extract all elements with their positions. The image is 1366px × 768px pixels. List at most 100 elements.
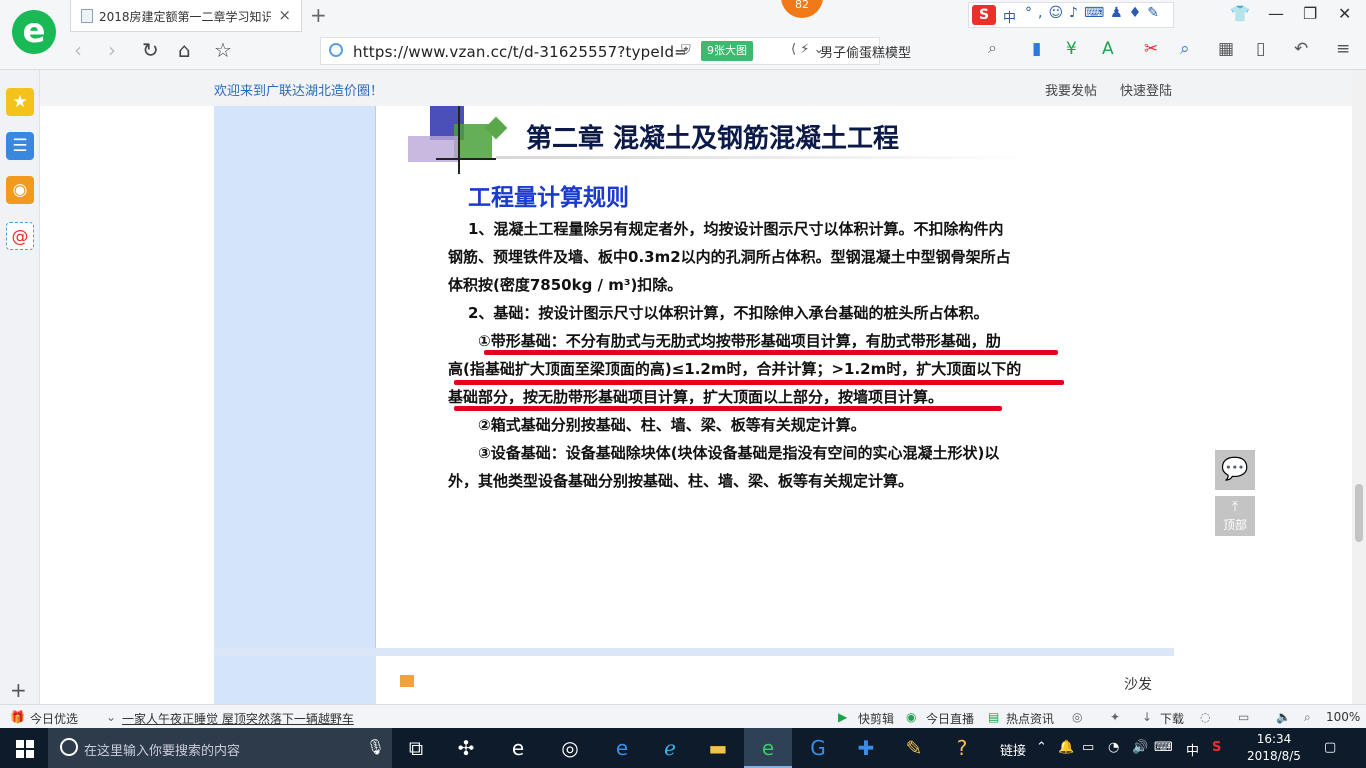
red-underline: [454, 406, 1002, 411]
menu-icon[interactable]: ≡: [1336, 39, 1350, 59]
download-link[interactable]: 下载: [1160, 710, 1184, 727]
weibo-icon[interactable]: ◉: [6, 176, 34, 204]
live-link[interactable]: 今日直播: [926, 710, 974, 727]
close-window-button[interactable]: ✕: [1338, 4, 1351, 23]
translate-icon[interactable]: A: [1102, 39, 1114, 59]
site-topbar: 欢迎来到广联达湖北造价圈！ 我要发帖 快速登陆: [40, 70, 1352, 106]
gift-icon[interactable]: 🎁: [10, 710, 25, 724]
favorite-star-icon[interactable]: ☆: [214, 38, 232, 62]
zoom-icon[interactable]: ⌕: [1304, 710, 1311, 725]
list-icon[interactable]: ☰: [6, 132, 34, 160]
pin-icon[interactable]: ✦: [1110, 710, 1120, 724]
red-underline: [454, 380, 1064, 385]
pinwheel-icon[interactable]: ✣: [442, 728, 490, 768]
ime-lang[interactable]: 中: [1003, 7, 1016, 26]
app-spiral-icon[interactable]: ◎: [546, 728, 594, 768]
g-app-icon[interactable]: G: [794, 728, 842, 768]
shirt-icon[interactable]: 👕: [1230, 4, 1250, 23]
keyboard-icon[interactable]: ⌨: [1154, 740, 1173, 755]
undo-icon[interactable]: ↶: [1294, 39, 1308, 59]
taskbar-search-input[interactable]: 在这里输入你要搜索的内容: [84, 740, 240, 759]
browser-tab[interactable]: 2018房建定额第一二章学习知识 ×: [70, 0, 302, 32]
cortana-icon: [60, 738, 78, 756]
cut-icon[interactable]: ▶: [838, 710, 847, 724]
rule-line: 钢筋、预埋铁件及墙、板中0.3m2以内的孔洞所占体积。型钢混凝土中型钢骨架所占: [448, 248, 1011, 266]
browser-task-icon[interactable]: e: [744, 728, 792, 768]
file-explorer-icon[interactable]: ▬: [694, 728, 742, 768]
big-image-button[interactable]: 9张大图: [701, 41, 753, 61]
edge-e-icon[interactable]: e: [494, 728, 542, 768]
add-icon[interactable]: +: [10, 678, 27, 702]
task-view-icon[interactable]: ⧉: [392, 728, 440, 768]
back-icon[interactable]: ‹: [74, 38, 82, 62]
back-to-top-button[interactable]: ⤒ 顶部: [1215, 496, 1255, 536]
reply-author-cell: [214, 656, 376, 704]
battery-icon[interactable]: ▭: [1082, 740, 1094, 755]
ie-icon[interactable]: ℯ: [646, 728, 694, 768]
sogou-tray-icon[interactable]: S: [1212, 740, 1221, 755]
wifi-icon[interactable]: ◔: [1108, 740, 1119, 755]
reply-row: 沙发: [214, 656, 1174, 704]
favorites-star-icon[interactable]: ★: [6, 88, 34, 116]
zoom-level[interactable]: 100%: [1326, 710, 1360, 724]
search-input[interactable]: 男子偷蛋糕模型: [820, 42, 911, 61]
cut-link[interactable]: 快剪辑: [858, 710, 894, 727]
links-label[interactable]: 链接: [1000, 740, 1026, 759]
news-link[interactable]: 一家人午夜正睡觉 屋顶突然落下一辆越野车: [122, 710, 354, 727]
address-bar[interactable]: https://www.vzan.cc/t/d-31625557?typeId=…: [320, 37, 880, 65]
magnifier-icon[interactable]: ⌕: [1180, 39, 1190, 59]
url-text[interactable]: https://www.vzan.cc/t/d-31625557?typeId=: [353, 43, 687, 61]
volume-icon[interactable]: 🔊: [1132, 740, 1148, 755]
reader-icon[interactable]: ▯: [1256, 39, 1265, 59]
browser-logo-icon[interactable]: e: [12, 10, 56, 54]
money-icon[interactable]: ¥: [1066, 39, 1077, 59]
speed-icon[interactable]: ◎: [1072, 710, 1082, 724]
shield-icon[interactable]: ⛨: [681, 43, 691, 58]
hot-news-link[interactable]: 热点资讯: [1006, 710, 1054, 727]
apps-icon[interactable]: ▦: [1218, 39, 1234, 59]
download-icon[interactable]: ↓: [1142, 710, 1152, 724]
login-link[interactable]: 快速登陆: [1120, 80, 1172, 99]
chevron-down-icon[interactable]: ⌄: [106, 710, 116, 724]
minimize-button[interactable]: —: [1268, 4, 1284, 23]
mute-icon[interactable]: 🔈: [1276, 710, 1291, 724]
settings-icon[interactable]: ◌: [1200, 710, 1210, 724]
news-icon[interactable]: ▤: [988, 710, 999, 724]
post-icon: [400, 675, 414, 687]
notification-badge[interactable]: 82: [781, 0, 823, 18]
post-link[interactable]: 我要发帖: [1045, 80, 1097, 99]
extension-icon[interactable]: ▮: [1032, 39, 1041, 59]
windows-start-icon[interactable]: [16, 740, 34, 758]
today-pick[interactable]: 今日优选: [30, 710, 78, 727]
search-icon[interactable]: ⌕: [988, 38, 997, 58]
refresh-icon[interactable]: ↻: [142, 38, 159, 62]
scrollbar[interactable]: [1352, 70, 1366, 704]
restore-button[interactable]: ❐: [1303, 4, 1317, 23]
ime-toolbar[interactable]: S 中 °,☺♪⌨♟♦✎: [968, 2, 1174, 28]
rule-line: ③设备基础：设备基础除块体(块体设备基础是指没有空间的实心混凝土形状)以: [478, 444, 1000, 462]
clock[interactable]: 16:34 2018/8/5: [1244, 731, 1304, 765]
notification-bell-icon[interactable]: 🔔: [1058, 740, 1074, 755]
forward-icon[interactable]: ›: [108, 38, 116, 62]
action-center-icon[interactable]: ▢: [1324, 740, 1336, 755]
tray-chevron-icon[interactable]: ⌃: [1036, 740, 1047, 755]
mail-icon[interactable]: @: [6, 222, 34, 250]
window-icon[interactable]: ▭: [1238, 710, 1249, 724]
ime-indicator[interactable]: 中: [1186, 740, 1199, 759]
notes-icon[interactable]: ✎: [890, 728, 938, 768]
taskbar-search[interactable]: 在这里输入你要搜索的内容 🎙: [48, 728, 392, 768]
plus-app-icon[interactable]: ✚: [842, 728, 890, 768]
ime-tools-icons[interactable]: °,☺♪⌨♟♦✎: [1025, 5, 1165, 21]
welcome-text[interactable]: 欢迎来到广联达湖北造价圈！: [214, 80, 383, 99]
new-tab-button[interactable]: +: [310, 3, 327, 27]
live-icon[interactable]: ◉: [906, 710, 916, 724]
help-icon[interactable]: ?: [938, 728, 986, 768]
microphone-icon[interactable]: 🎙: [366, 738, 385, 756]
divider: [214, 648, 1174, 656]
wechat-share-icon[interactable]: 💬: [1215, 450, 1255, 490]
scissors-icon[interactable]: ✂: [1144, 39, 1158, 59]
tab-close-icon[interactable]: ×: [278, 6, 291, 24]
home-icon[interactable]: ⌂: [178, 38, 191, 62]
edge-icon[interactable]: e: [598, 728, 646, 768]
scroll-thumb[interactable]: [1355, 484, 1363, 542]
